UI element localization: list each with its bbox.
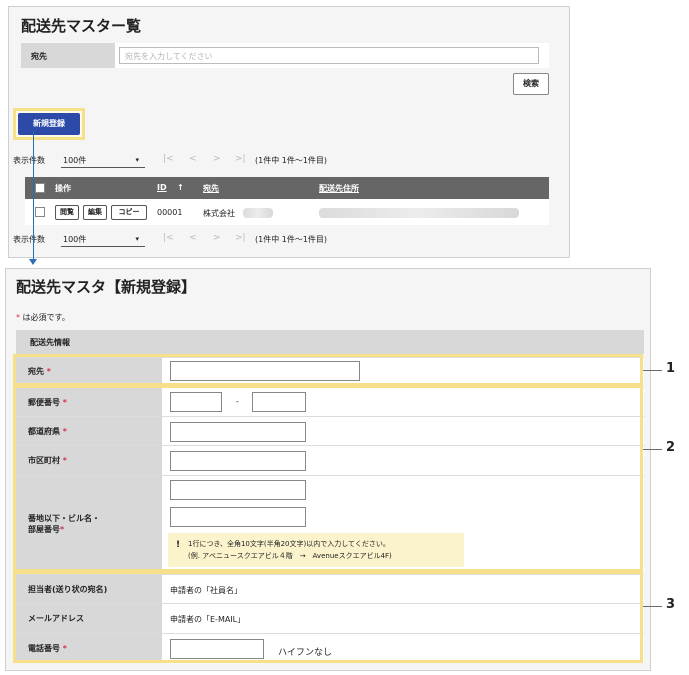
row-checkbox[interactable] [35, 207, 45, 217]
section-header: 配送先情報 [16, 330, 644, 354]
page-size-value-bottom: 100件 [63, 235, 87, 244]
table-header: 操作 ID ↑ 宛先 配送先住所 [25, 177, 549, 199]
highlight-box-3 [13, 571, 643, 663]
required-note: * は必須です。 [16, 313, 70, 322]
col-action: 操作 [55, 184, 71, 193]
next-page-icon[interactable]: > [213, 154, 221, 164]
callout-2: 2 [666, 440, 676, 455]
next-page-icon[interactable]: > [213, 233, 221, 243]
page-size-select-bottom[interactable]: 100件 ▾ [61, 231, 145, 247]
copy-button[interactable]: コピー [111, 205, 147, 220]
page-size-label-bottom: 表示件数 [13, 235, 45, 244]
list-panel: 配送先マスター覧 宛先 宛先を入力してください 検索 新規登録 表示件数 100… [8, 6, 570, 258]
highlight-box-1 [13, 354, 643, 386]
edit-button[interactable]: 編集 [83, 205, 107, 220]
search-input[interactable]: 宛先を入力してください [119, 47, 539, 64]
page-size-value: 100件 [63, 156, 87, 165]
sort-asc-icon[interactable]: ↑ [177, 183, 184, 192]
callout-3: 3 [666, 597, 676, 612]
new-register-button[interactable]: 新規登録 [18, 113, 80, 135]
page-size-label: 表示件数 [13, 156, 45, 165]
first-page-icon[interactable]: |< [163, 233, 174, 243]
form-title: 配送先マスタ【新規登録】 [16, 278, 197, 296]
prev-page-icon[interactable]: < [189, 154, 197, 164]
first-page-icon[interactable]: |< [163, 154, 174, 164]
search-button[interactable]: 検索 [513, 73, 549, 95]
select-all-checkbox[interactable] [35, 183, 45, 193]
chevron-down-icon: ▾ [135, 156, 139, 164]
new-button-highlight: 新規登録 [13, 108, 85, 140]
callout-1: 1 [666, 361, 676, 376]
blurred-address [319, 208, 519, 218]
col-address[interactable]: 配送先住所 [319, 183, 359, 194]
record-count: (1件中 1件～1件目) [255, 156, 328, 165]
page-title: 配送先マスター覧 [21, 17, 142, 35]
pager-bottom: 表示件数 100件 ▾ |< < > >| (1件中 1件～1件目) [13, 231, 433, 247]
callout-line-1 [643, 370, 662, 371]
blurred-name [243, 208, 273, 218]
chevron-down-icon: ▾ [135, 235, 139, 243]
last-page-icon[interactable]: >| [235, 233, 246, 243]
callout-line-3 [643, 606, 662, 607]
table-row: 閲覧 編集 コピー 00001 株式会社 [25, 199, 549, 225]
connector-arrow-icon [29, 259, 37, 265]
highlight-box-2 [13, 385, 643, 572]
col-id[interactable]: ID [157, 183, 167, 192]
prev-page-icon[interactable]: < [189, 233, 197, 243]
col-destination[interactable]: 宛先 [203, 183, 219, 194]
callout-line-2 [643, 449, 662, 450]
connector-line [33, 131, 34, 262]
destination-table: 操作 ID ↑ 宛先 配送先住所 閲覧 編集 コピー 00001 株式会社 [25, 177, 549, 225]
pager-top: 表示件数 100件 ▾ |< < > >| (1件中 1件～1件目) [13, 152, 433, 168]
view-button[interactable]: 閲覧 [55, 205, 79, 220]
last-page-icon[interactable]: >| [235, 154, 246, 164]
page-size-select[interactable]: 100件 ▾ [61, 152, 145, 168]
row-destination: 株式会社 [203, 209, 235, 218]
search-row: 宛先 宛先を入力してください [21, 43, 549, 68]
row-id: 00001 [157, 208, 183, 217]
search-label: 宛先 [21, 43, 115, 68]
record-count-bottom: (1件中 1件～1件目) [255, 235, 328, 244]
